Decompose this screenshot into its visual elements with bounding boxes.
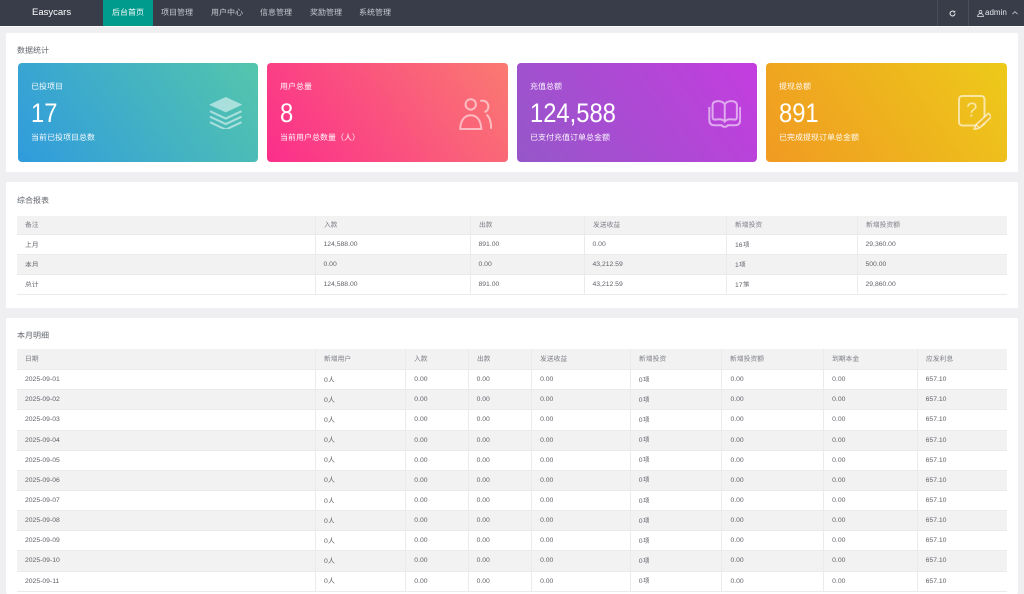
svg-text:?: ?: [966, 100, 977, 122]
